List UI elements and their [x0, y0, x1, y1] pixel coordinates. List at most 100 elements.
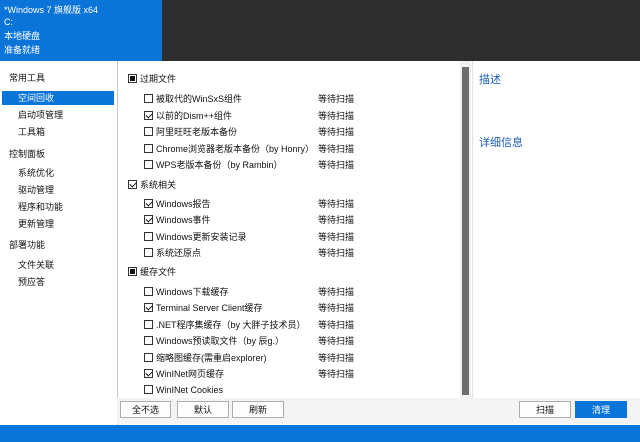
list-item[interactable]: Windows预读取文件（by 辰g.） 等待扫描: [117, 334, 460, 350]
item-label: 阿里旺旺老版本备份: [156, 127, 238, 137]
item-status: 等待扫描: [318, 232, 355, 242]
item-label: Windows预读取文件（by 辰g.）: [156, 336, 285, 346]
item-checkbox[interactable]: [144, 215, 153, 224]
item-checkbox[interactable]: [144, 232, 153, 241]
sidebar-item-update-manager[interactable]: 更新管理: [18, 217, 54, 231]
item-checkbox[interactable]: [144, 111, 153, 120]
list-item[interactable]: WPS老版本备份（by Rambin） 等待扫描: [117, 158, 460, 174]
item-label: Windows报告: [156, 199, 211, 209]
scan-button[interactable]: 扫描: [519, 401, 571, 418]
sidebar-item-space-reclaim[interactable]: 空间回收: [2, 91, 114, 105]
group-checkbox[interactable]: [128, 267, 137, 276]
default-button[interactable]: 默认: [177, 401, 229, 418]
item-label: Chrome浏览器老版本备份（by Honry）: [156, 144, 315, 154]
cleanup-list: 过期文件 被取代的WinSxS组件 等待扫描 以前的Dism++组件 等待扫描 …: [117, 61, 460, 398]
list-item[interactable]: Windows事件 等待扫描: [117, 213, 460, 229]
group-row-system-related[interactable]: 系统相关: [117, 178, 460, 194]
sidebar-item-toolbox[interactable]: 工具箱: [18, 125, 45, 139]
item-status: 等待扫描: [318, 111, 355, 121]
list-item[interactable]: 以前的Dism++组件 等待扫描: [117, 109, 460, 125]
item-label: WinINet Cookies: [156, 385, 224, 395]
item-checkbox[interactable]: [144, 369, 153, 378]
group-label: 缓存文件: [140, 267, 177, 277]
status-text: 准备就绪: [4, 45, 41, 55]
sidebar-item-programs-features[interactable]: 程序和功能: [18, 200, 63, 214]
item-checkbox[interactable]: [144, 287, 153, 296]
scrollbar-thumb[interactable]: [462, 67, 469, 395]
deselect-all-button[interactable]: 全不选: [120, 401, 171, 418]
drive-letter: C:: [4, 17, 13, 27]
group-row-expired-files[interactable]: 过期文件: [117, 72, 460, 88]
clean-button[interactable]: 清理: [575, 401, 627, 418]
list-item[interactable]: Windows更新安装记录 等待扫描: [117, 230, 460, 246]
item-label: Windows事件: [156, 215, 211, 225]
item-status: 等待扫描: [318, 248, 355, 258]
item-status: 等待扫描: [318, 369, 355, 379]
item-checkbox[interactable]: [144, 144, 153, 153]
list-item[interactable]: 系统还原点 等待扫描: [117, 246, 460, 262]
sidebar-item-system-optimize[interactable]: 系统优化: [18, 166, 54, 180]
list-scrollbar[interactable]: [460, 61, 471, 398]
item-checkbox[interactable]: [144, 127, 153, 136]
group-label: 系统相关: [140, 180, 177, 190]
detail-info-heading: 详细信息: [479, 137, 523, 149]
item-label: Windows更新安装记录: [156, 232, 247, 242]
list-item[interactable]: Windows下载缓存 等待扫描: [117, 285, 460, 301]
item-label: 系统还原点: [156, 248, 202, 258]
item-label: 缩略图缓存(需重启explorer): [156, 353, 267, 363]
item-label: WPS老版本备份（by Rambin）: [156, 160, 283, 170]
group-checkbox[interactable]: [128, 180, 137, 189]
group-checkbox[interactable]: [128, 74, 137, 83]
item-label: 被取代的WinSxS组件: [156, 94, 243, 104]
sidebar-item-driver-manager[interactable]: 驱动管理: [18, 183, 54, 197]
description-heading: 描述: [479, 74, 501, 86]
sidebar-item-pre-answer[interactable]: 预应答: [18, 275, 45, 289]
item-checkbox[interactable]: [144, 320, 153, 329]
item-checkbox[interactable]: [144, 303, 153, 312]
item-status: 等待扫描: [318, 303, 355, 313]
item-status: 等待扫描: [318, 94, 355, 104]
os-name: *Windows 7 旗舰版 x64: [4, 5, 99, 15]
item-status: 等待扫描: [318, 199, 355, 209]
list-item[interactable]: Chrome浏览器老版本备份（by Honry） 等待扫描: [117, 142, 460, 158]
list-item[interactable]: 缩略图缓存(需重启explorer) 等待扫描: [117, 351, 460, 367]
item-checkbox[interactable]: [144, 94, 153, 103]
list-item[interactable]: .NET程序集缓存（by 大胖子技术员） 等待扫描: [117, 318, 460, 334]
list-item[interactable]: Windows报告 等待扫描: [117, 197, 460, 213]
sidebar-item-startup-manager[interactable]: 启动项管理: [18, 108, 63, 122]
details-panel: 描述 详细信息: [472, 61, 640, 398]
item-checkbox[interactable]: [144, 199, 153, 208]
item-status: 等待扫描: [318, 215, 355, 225]
item-checkbox[interactable]: [144, 336, 153, 345]
item-status: 等待扫描: [318, 287, 355, 297]
action-bar: 全不选 默认 刷新 扫描 清理: [117, 398, 640, 424]
sidebar: 常用工具 空间回收 启动项管理 工具箱 控制面板 系统优化 驱动管理 程序和功能…: [0, 61, 118, 425]
item-status: 等待扫描: [318, 336, 355, 346]
sidebar-item-file-association[interactable]: 文件关联: [18, 258, 54, 272]
list-item[interactable]: 阿里旺旺老版本备份 等待扫描: [117, 125, 460, 141]
item-label: .NET程序集缓存（by 大胖子技术员）: [156, 320, 306, 330]
item-status: 等待扫描: [318, 353, 355, 363]
group-label: 过期文件: [140, 74, 177, 84]
item-label: Terminal Server Client缓存: [156, 303, 263, 313]
status-bar: [0, 425, 640, 442]
group-row-cache-files[interactable]: 缓存文件: [117, 265, 460, 281]
item-label: 以前的Dism++组件: [156, 111, 233, 121]
refresh-button[interactable]: 刷新: [232, 401, 284, 418]
item-status: 等待扫描: [318, 160, 355, 170]
item-checkbox[interactable]: [144, 160, 153, 169]
sidebar-category-deployment: 部署功能: [9, 240, 46, 250]
list-item[interactable]: Terminal Server Client缓存 等待扫描: [117, 301, 460, 317]
item-status: 等待扫描: [318, 320, 355, 330]
list-item[interactable]: 被取代的WinSxS组件 等待扫描: [117, 92, 460, 108]
item-status: 等待扫描: [318, 127, 355, 137]
sidebar-category-common-tools: 常用工具: [9, 73, 46, 83]
system-info-panel[interactable]: *Windows 7 旗舰版 x64 C: 本地硬盘 准备就绪: [0, 0, 162, 61]
item-status: 等待扫描: [318, 144, 355, 154]
list-item[interactable]: WinINet网页缓存 等待扫描: [117, 367, 460, 383]
list-item[interactable]: WinINet Cookies: [117, 383, 460, 398]
item-label: WinINet网页缓存: [156, 369, 225, 379]
item-checkbox[interactable]: [144, 385, 153, 394]
item-checkbox[interactable]: [144, 248, 153, 257]
item-checkbox[interactable]: [144, 353, 153, 362]
